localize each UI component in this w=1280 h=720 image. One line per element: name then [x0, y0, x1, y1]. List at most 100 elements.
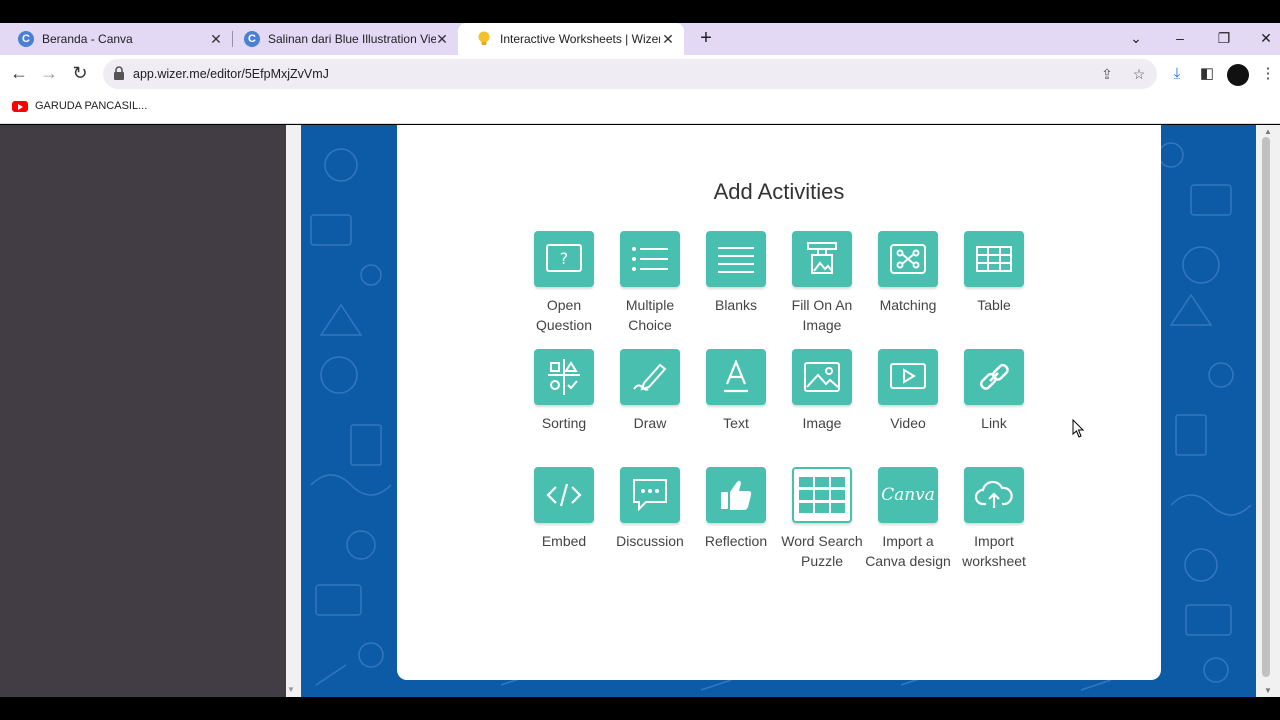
- activity-sorting[interactable]: Sorting: [521, 349, 607, 433]
- activity-embed[interactable]: Embed: [521, 467, 607, 551]
- screen: C Beranda - Canva ✕ C Salinan dari Blue …: [0, 0, 1280, 720]
- activity-label: Discussion: [616, 533, 684, 549]
- activity-blanks[interactable]: Blanks: [693, 231, 779, 315]
- youtube-icon: [12, 100, 28, 112]
- activity-label: Embed: [541, 533, 587, 549]
- text-a-icon: [706, 349, 766, 405]
- activity-label: Multiple Choice: [625, 297, 675, 333]
- activity-reflection[interactable]: Reflection: [693, 467, 779, 551]
- activity-text[interactable]: Text: [693, 349, 779, 433]
- activity-video[interactable]: Video: [865, 349, 951, 433]
- reload-button[interactable]: ↻: [68, 62, 92, 86]
- canva-logo-icon: Canva: [878, 467, 938, 523]
- bookmark-item[interactable]: GARUDA PANCASIL...: [12, 100, 147, 112]
- activity-label: Matching: [879, 297, 937, 313]
- canva-icon: C: [18, 31, 34, 47]
- activity-draw[interactable]: Draw: [607, 349, 693, 433]
- activity-import-worksheet[interactable]: Import worksheet: [951, 467, 1037, 571]
- activity-link[interactable]: Link: [951, 349, 1037, 433]
- forward-button[interactable]: →: [37, 62, 61, 86]
- activity-import-canva[interactable]: Canva Import a Canva design: [865, 467, 951, 571]
- minimize-button[interactable]: –: [1168, 27, 1192, 51]
- new-tab-button[interactable]: +: [694, 27, 718, 51]
- activity-table[interactable]: Table: [951, 231, 1037, 315]
- add-activities-panel: Add Activities ? Open Question Multiple …: [397, 125, 1161, 680]
- tab-beranda-canva[interactable]: C Beranda - Canva ✕: [0, 23, 232, 55]
- cloud-upload-icon: [964, 467, 1024, 523]
- scroll-down-arrow-icon[interactable]: ▼: [1264, 686, 1272, 695]
- thumbs-up-icon: [706, 467, 766, 523]
- close-icon[interactable]: ✕: [434, 31, 450, 47]
- share-icon[interactable]: ⇪: [1098, 65, 1116, 83]
- fill-image-icon: [792, 231, 852, 287]
- activity-label: Open Question: [535, 297, 593, 333]
- lock-icon: [114, 66, 124, 80]
- activity-multiple-choice[interactable]: Multiple Choice: [607, 231, 693, 335]
- activity-label: Sorting: [541, 415, 587, 431]
- chat-icon: [620, 467, 680, 523]
- wizer-bulb-icon: [476, 31, 492, 47]
- mouse-cursor-icon: [1072, 419, 1085, 438]
- canva-logo-text: Canva: [881, 485, 935, 505]
- pencil-icon: [620, 349, 680, 405]
- table-icon: [964, 231, 1024, 287]
- tab-title: Interactive Worksheets | Wizer.me: [500, 32, 660, 46]
- close-window-button[interactable]: ✕: [1254, 27, 1278, 51]
- scrollbar-thumb[interactable]: [1262, 137, 1270, 677]
- activity-label: Fill On An Image: [791, 297, 853, 333]
- activity-fill-on-an-image[interactable]: Fill On An Image: [779, 231, 865, 335]
- activity-label: Import worksheet: [962, 533, 1026, 569]
- tab-title: Salinan dari Blue Illustration View: [268, 32, 436, 46]
- video-icon: [878, 349, 938, 405]
- restore-button[interactable]: ❐: [1212, 27, 1236, 51]
- list-icon: [620, 231, 680, 287]
- scroll-up-arrow-icon[interactable]: ▲: [1264, 127, 1272, 136]
- tab-wizer[interactable]: Interactive Worksheets | Wizer.me ✕: [458, 23, 684, 55]
- activity-image[interactable]: Image: [779, 349, 865, 433]
- back-button[interactable]: ←: [7, 62, 31, 86]
- activity-open-question[interactable]: ? Open Question: [521, 231, 607, 335]
- menu-icon[interactable]: ⋮: [1258, 64, 1278, 84]
- left-panel-scrollbar[interactable]: [286, 125, 301, 697]
- bookmark-label: GARUDA PANCASIL...: [35, 100, 148, 112]
- address-bar[interactable]: app.wizer.me/editor/5EfpMxjZvVmJ ⇪ ☆: [103, 59, 1157, 89]
- download-icon[interactable]: ⤓: [1167, 64, 1187, 84]
- tab-title: Beranda - Canva: [42, 32, 133, 46]
- activity-label: Table: [977, 297, 1011, 313]
- canva-icon: C: [244, 31, 260, 47]
- grid-icon: [792, 467, 852, 523]
- activity-label: Draw: [633, 415, 667, 431]
- activity-matching[interactable]: Matching: [865, 231, 951, 315]
- activity-word-search-puzzle[interactable]: Word Search Puzzle: [779, 467, 865, 571]
- activity-label: Video: [890, 415, 926, 431]
- activity-discussion[interactable]: Discussion: [607, 467, 693, 551]
- bookmarks-bar: GARUDA PANCASIL...: [0, 93, 1280, 124]
- url-text: app.wizer.me/editor/5EfpMxjZvVmJ: [133, 67, 329, 81]
- activity-label: Image: [802, 415, 842, 431]
- lines-icon: [706, 231, 766, 287]
- side-panel-icon[interactable]: ◧: [1197, 64, 1217, 84]
- page-title: Add Activities: [713, 179, 845, 204]
- activity-label: Link: [981, 415, 1007, 431]
- bookmark-star-icon[interactable]: ☆: [1130, 65, 1148, 83]
- scroll-down-arrow-icon[interactable]: ▼: [287, 685, 295, 694]
- tab-strip: C Beranda - Canva ✕ C Salinan dari Blue …: [0, 23, 1280, 55]
- code-icon: [534, 467, 594, 523]
- activity-label: Text: [723, 415, 749, 431]
- close-icon[interactable]: ✕: [660, 31, 676, 47]
- activity-label: Blanks: [714, 297, 758, 313]
- tab-search-icon[interactable]: ⌄: [1124, 27, 1148, 51]
- tab-salinan[interactable]: C Salinan dari Blue Illustration View ✕: [226, 23, 458, 55]
- page-viewport: ▼ Add Activities ? Open Question Multipl…: [0, 125, 1280, 697]
- link-icon: [964, 349, 1024, 405]
- avatar[interactable]: [1227, 64, 1249, 86]
- activity-label: Word Search Puzzle: [781, 533, 863, 569]
- activity-label: Reflection: [704, 533, 768, 549]
- svg-text:?: ?: [560, 249, 569, 268]
- question-icon: ?: [534, 231, 594, 287]
- image-icon: [792, 349, 852, 405]
- close-icon[interactable]: ✕: [208, 31, 224, 47]
- sorting-icon: [534, 349, 594, 405]
- matching-icon: [878, 231, 938, 287]
- browser-toolbar: ← → ↻ app.wizer.me/editor/5EfpMxjZvVmJ ⇪…: [0, 55, 1280, 93]
